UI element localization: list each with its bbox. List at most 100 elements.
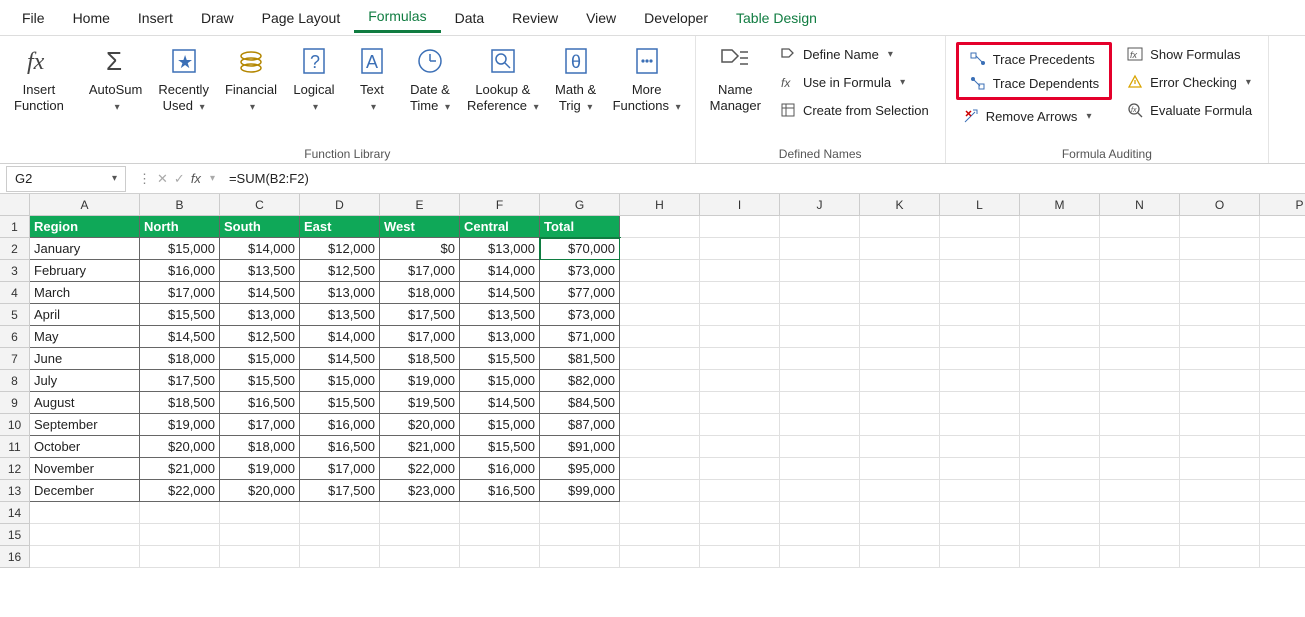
cell[interactable]: [1020, 480, 1100, 502]
cell[interactable]: [1020, 524, 1100, 546]
cell[interactable]: [860, 348, 940, 370]
table-cell[interactable]: February: [30, 260, 140, 282]
cell[interactable]: [1180, 392, 1260, 414]
row-header[interactable]: 16: [0, 546, 30, 568]
column-header[interactable]: K: [860, 194, 940, 216]
cell[interactable]: [940, 282, 1020, 304]
table-cell[interactable]: $17,000: [140, 282, 220, 304]
table-header-cell[interactable]: West: [380, 216, 460, 238]
table-cell[interactable]: $19,000: [380, 370, 460, 392]
logical-button[interactable]: ? Logical▾: [285, 40, 343, 114]
cell[interactable]: [620, 326, 700, 348]
table-cell[interactable]: $15,500: [300, 392, 380, 414]
cell[interactable]: [860, 458, 940, 480]
cell[interactable]: [1100, 524, 1180, 546]
cell[interactable]: [1020, 326, 1100, 348]
cell[interactable]: [940, 414, 1020, 436]
cell[interactable]: [380, 524, 460, 546]
cell[interactable]: [620, 282, 700, 304]
table-cell[interactable]: $15,000: [140, 238, 220, 260]
define-name-button[interactable]: Define Name ▾: [773, 42, 935, 66]
column-header[interactable]: D: [300, 194, 380, 216]
table-cell[interactable]: $17,500: [140, 370, 220, 392]
cell[interactable]: [220, 502, 300, 524]
text-button[interactable]: A Text▾: [343, 40, 401, 114]
cell[interactable]: [1260, 238, 1305, 260]
cell[interactable]: [780, 348, 860, 370]
table-cell[interactable]: $20,000: [140, 436, 220, 458]
cell[interactable]: [940, 546, 1020, 568]
cell[interactable]: [1260, 524, 1305, 546]
cell[interactable]: [860, 524, 940, 546]
row-header[interactable]: 3: [0, 260, 30, 282]
trace-precedents-button[interactable]: Trace Precedents: [963, 47, 1105, 71]
cell[interactable]: [620, 392, 700, 414]
cell[interactable]: [1180, 458, 1260, 480]
tab-developer[interactable]: Developer: [630, 4, 722, 32]
table-cell[interactable]: $15,500: [220, 370, 300, 392]
cell[interactable]: [860, 304, 940, 326]
name-manager-button[interactable]: Name Manager: [702, 40, 769, 113]
cell[interactable]: [30, 502, 140, 524]
cell[interactable]: [780, 392, 860, 414]
row-header[interactable]: 10: [0, 414, 30, 436]
table-cell[interactable]: $15,500: [460, 348, 540, 370]
table-header-cell[interactable]: Region: [30, 216, 140, 238]
cell[interactable]: [1260, 480, 1305, 502]
cell[interactable]: [1260, 414, 1305, 436]
cell[interactable]: [30, 524, 140, 546]
table-cell[interactable]: $17,000: [220, 414, 300, 436]
math-trig-button[interactable]: θ Math & Trig ▾: [547, 40, 605, 114]
cell[interactable]: [1260, 458, 1305, 480]
cell[interactable]: [700, 326, 780, 348]
cell[interactable]: [700, 436, 780, 458]
tab-table-design[interactable]: Table Design: [722, 4, 831, 32]
column-header[interactable]: H: [620, 194, 700, 216]
table-cell[interactable]: $12,500: [300, 260, 380, 282]
row-header[interactable]: 6: [0, 326, 30, 348]
table-cell[interactable]: $13,500: [220, 260, 300, 282]
cell[interactable]: [860, 326, 940, 348]
table-cell[interactable]: $15,500: [460, 436, 540, 458]
cell[interactable]: [780, 370, 860, 392]
cell[interactable]: [780, 502, 860, 524]
cell[interactable]: [700, 546, 780, 568]
row-header[interactable]: 11: [0, 436, 30, 458]
table-cell[interactable]: $14,000: [220, 238, 300, 260]
cell[interactable]: [860, 370, 940, 392]
cell[interactable]: [1180, 348, 1260, 370]
table-cell[interactable]: $18,500: [140, 392, 220, 414]
select-all-corner[interactable]: [0, 194, 30, 216]
table-cell[interactable]: October: [30, 436, 140, 458]
cell[interactable]: [620, 436, 700, 458]
cell[interactable]: [620, 546, 700, 568]
cell[interactable]: [1180, 546, 1260, 568]
cell[interactable]: [1260, 436, 1305, 458]
cell[interactable]: [700, 238, 780, 260]
cell[interactable]: [1260, 326, 1305, 348]
table-cell[interactable]: $71,000: [540, 326, 620, 348]
cell[interactable]: [1260, 260, 1305, 282]
cell[interactable]: [860, 436, 940, 458]
table-header-cell[interactable]: South: [220, 216, 300, 238]
cell[interactable]: [1100, 260, 1180, 282]
cell[interactable]: [460, 546, 540, 568]
cell[interactable]: [700, 414, 780, 436]
cell[interactable]: [1180, 414, 1260, 436]
table-header-cell[interactable]: Central: [460, 216, 540, 238]
table-cell[interactable]: $19,000: [220, 458, 300, 480]
cell[interactable]: [220, 546, 300, 568]
cell[interactable]: [860, 216, 940, 238]
cell[interactable]: [780, 524, 860, 546]
column-header[interactable]: F: [460, 194, 540, 216]
table-cell[interactable]: $91,000: [540, 436, 620, 458]
table-cell[interactable]: $13,500: [460, 304, 540, 326]
cell[interactable]: [1100, 414, 1180, 436]
table-header-cell[interactable]: North: [140, 216, 220, 238]
error-checking-button[interactable]: Error Checking ▾: [1120, 70, 1258, 94]
cell[interactable]: [1260, 370, 1305, 392]
cell[interactable]: [540, 524, 620, 546]
table-cell[interactable]: $13,000: [220, 304, 300, 326]
table-cell[interactable]: $84,500: [540, 392, 620, 414]
table-cell[interactable]: $15,500: [140, 304, 220, 326]
